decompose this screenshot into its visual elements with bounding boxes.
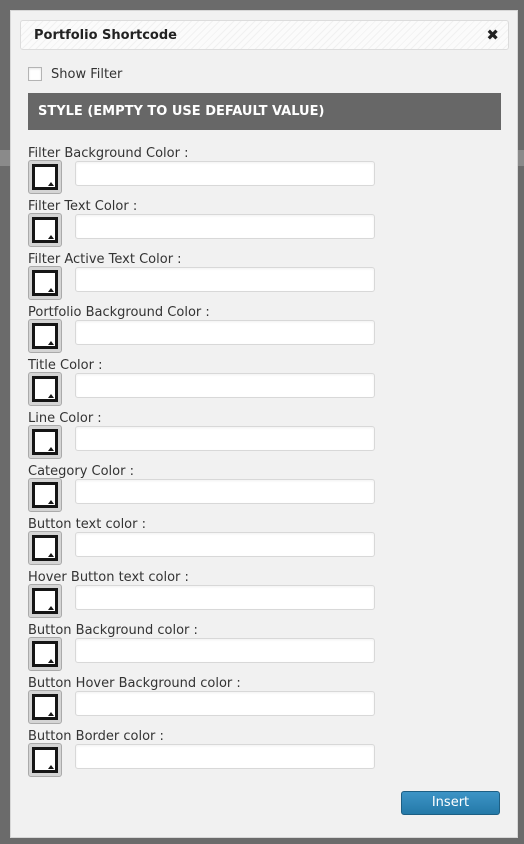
color-swatch-preview bbox=[32, 482, 58, 508]
insert-button[interactable]: Insert bbox=[401, 791, 500, 815]
color-picker-swatch[interactable] bbox=[28, 372, 62, 406]
color-swatch-fill bbox=[35, 379, 55, 399]
caret-up-icon bbox=[48, 765, 54, 769]
color-field-label: Button Border color : bbox=[28, 729, 164, 744]
color-picker-swatch[interactable] bbox=[28, 690, 62, 724]
background-page-strip bbox=[0, 150, 10, 166]
color-value-input[interactable] bbox=[75, 320, 375, 345]
color-swatch-fill bbox=[35, 538, 55, 558]
color-swatch-preview bbox=[32, 217, 58, 243]
color-swatch-preview bbox=[32, 694, 58, 720]
color-picker-swatch[interactable] bbox=[28, 584, 62, 618]
caret-up-icon bbox=[48, 500, 54, 504]
color-field: Category Color : bbox=[28, 464, 488, 514]
color-picker-swatch[interactable] bbox=[28, 160, 62, 194]
color-swatch-fill bbox=[35, 167, 55, 187]
color-value-input[interactable] bbox=[75, 638, 375, 663]
color-field-label: Line Color : bbox=[28, 411, 102, 426]
caret-up-icon bbox=[48, 447, 54, 451]
color-swatch-preview bbox=[32, 376, 58, 402]
color-value-input[interactable] bbox=[75, 744, 375, 769]
color-value-input[interactable] bbox=[75, 691, 375, 716]
caret-up-icon bbox=[48, 182, 54, 186]
caret-up-icon bbox=[48, 235, 54, 239]
color-field: Filter Text Color : bbox=[28, 199, 488, 249]
color-field-label: Filter Background Color : bbox=[28, 146, 189, 161]
color-field: Filter Background Color : bbox=[28, 146, 488, 196]
color-swatch-fill bbox=[35, 591, 55, 611]
color-value-input[interactable] bbox=[75, 532, 375, 557]
color-swatch-fill bbox=[35, 326, 55, 346]
caret-up-icon bbox=[48, 606, 54, 610]
color-picker-swatch[interactable] bbox=[28, 531, 62, 565]
color-field: Button Hover Background color : bbox=[28, 676, 488, 726]
dialog-titlebar: Portfolio Shortcode ✖ bbox=[20, 20, 509, 50]
style-section-heading: STYLE (EMPTY TO USE DEFAULT VALUE) bbox=[38, 104, 325, 119]
color-field-label: Hover Button text color : bbox=[28, 570, 189, 585]
color-field: Button Background color : bbox=[28, 623, 488, 673]
color-field: Title Color : bbox=[28, 358, 488, 408]
color-value-input[interactable] bbox=[75, 479, 375, 504]
color-swatch-preview bbox=[32, 588, 58, 614]
color-field: Filter Active Text Color : bbox=[28, 252, 488, 302]
caret-up-icon bbox=[48, 341, 54, 345]
color-swatch-preview bbox=[32, 323, 58, 349]
color-picker-swatch[interactable] bbox=[28, 266, 62, 300]
color-value-input[interactable] bbox=[75, 161, 375, 186]
color-swatch-preview bbox=[32, 270, 58, 296]
color-value-input[interactable] bbox=[75, 214, 375, 239]
color-field-label: Title Color : bbox=[28, 358, 103, 373]
color-field-label: Button Hover Background color : bbox=[28, 676, 241, 691]
style-section-header: STYLE (EMPTY TO USE DEFAULT VALUE) bbox=[28, 93, 501, 130]
color-swatch-fill bbox=[35, 273, 55, 293]
color-swatch-preview bbox=[32, 429, 58, 455]
color-swatch-fill bbox=[35, 750, 55, 770]
color-swatch-fill bbox=[35, 485, 55, 505]
color-swatch-preview bbox=[32, 641, 58, 667]
color-field-label: Category Color : bbox=[28, 464, 134, 479]
color-value-input[interactable] bbox=[75, 426, 375, 451]
portfolio-shortcode-dialog: Portfolio Shortcode ✖ Show Filter STYLE … bbox=[10, 10, 518, 838]
color-picker-swatch[interactable] bbox=[28, 743, 62, 777]
color-picker-swatch[interactable] bbox=[28, 637, 62, 671]
color-picker-swatch[interactable] bbox=[28, 319, 62, 353]
color-swatch-fill bbox=[35, 220, 55, 240]
color-field: Line Color : bbox=[28, 411, 488, 461]
color-field-label: Filter Active Text Color : bbox=[28, 252, 182, 267]
caret-up-icon bbox=[48, 659, 54, 663]
color-field-label: Filter Text Color : bbox=[28, 199, 138, 214]
color-swatch-fill bbox=[35, 432, 55, 452]
color-value-input[interactable] bbox=[75, 373, 375, 398]
color-field: Button Border color : bbox=[28, 729, 488, 779]
color-field: Button text color : bbox=[28, 517, 488, 567]
caret-up-icon bbox=[48, 712, 54, 716]
show-filter-checkbox[interactable] bbox=[28, 67, 42, 81]
color-swatch-fill bbox=[35, 644, 55, 664]
color-value-input[interactable] bbox=[75, 585, 375, 610]
color-swatch-preview bbox=[32, 164, 58, 190]
color-field-label: Button text color : bbox=[28, 517, 146, 532]
color-picker-swatch[interactable] bbox=[28, 425, 62, 459]
caret-up-icon bbox=[48, 288, 54, 292]
caret-up-icon bbox=[48, 553, 54, 557]
dialog-title: Portfolio Shortcode bbox=[34, 28, 177, 43]
close-icon[interactable]: ✖ bbox=[486, 26, 499, 44]
color-field: Hover Button text color : bbox=[28, 570, 488, 620]
caret-up-icon bbox=[48, 394, 54, 398]
color-swatch-preview bbox=[32, 747, 58, 773]
color-swatch-fill bbox=[35, 697, 55, 717]
color-picker-swatch[interactable] bbox=[28, 478, 62, 512]
color-swatch-preview bbox=[32, 535, 58, 561]
show-filter-label[interactable]: Show Filter bbox=[51, 67, 122, 82]
color-field-label: Portfolio Background Color : bbox=[28, 305, 210, 320]
color-field-label: Button Background color : bbox=[28, 623, 198, 638]
color-field: Portfolio Background Color : bbox=[28, 305, 488, 355]
color-picker-swatch[interactable] bbox=[28, 213, 62, 247]
color-value-input[interactable] bbox=[75, 267, 375, 292]
